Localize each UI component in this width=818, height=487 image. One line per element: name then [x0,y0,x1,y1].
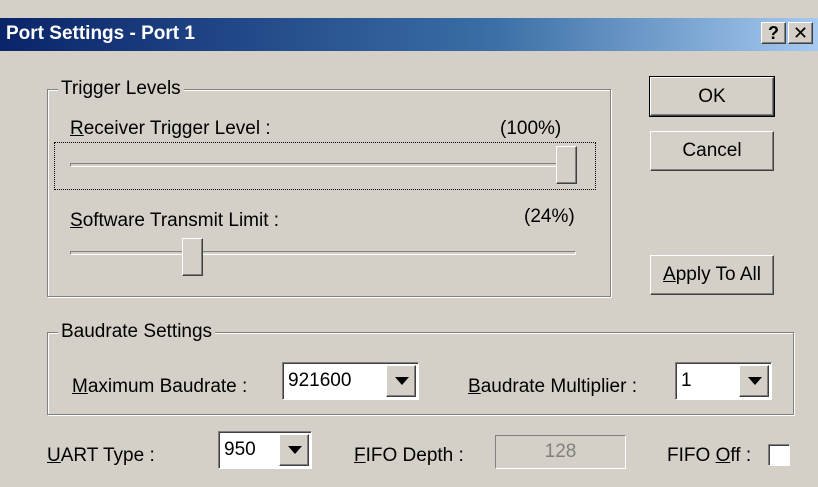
chevron-down-icon [288,446,302,454]
trigger-levels-title: Trigger Levels [58,78,184,100]
apply-to-all-button[interactable]: Apply To All [650,255,774,295]
port-settings-dialog: Port Settings - Port 1 ? ✕ Trigger Level… [0,0,818,487]
maximum-baudrate-value: 921600 [288,370,352,391]
receiver-trigger-value: (100%) [500,118,562,139]
baudrate-multiplier-label: Baudrate Multiplier : [468,376,637,397]
fifo-depth-field: 128 [495,435,626,469]
baudrate-settings-title: Baudrate Settings [58,321,216,343]
fifo-off-label: FIFO Off : [667,445,752,466]
software-transmit-slider-thumb[interactable] [182,238,203,276]
baudrate-multiplier-select[interactable]: 1 [675,362,772,400]
fifo-depth-label: FIFO Depth : [354,445,464,466]
window-title: Port Settings - Port 1 [6,23,195,44]
fifo-off-checkbox[interactable] [768,444,790,466]
software-transmit-value: (24%) [524,206,575,227]
receiver-trigger-slider-thumb[interactable] [556,146,577,184]
software-transmit-track[interactable] [70,251,576,255]
cancel-button[interactable]: Cancel [650,131,774,171]
uart-type-select[interactable]: 950 [218,431,312,469]
help-button[interactable]: ? [761,22,786,44]
help-icon: ? [768,23,779,43]
maximum-baudrate-dropdown-button[interactable] [386,365,416,397]
title-bar[interactable]: Port Settings - Port 1 ? ✕ [0,18,818,51]
ok-button[interactable]: OK [649,76,775,117]
chevron-down-icon [395,377,409,385]
maximum-baudrate-label: Maximum Baudrate : [72,376,248,397]
close-button[interactable]: ✕ [788,22,813,44]
chevron-down-icon [748,377,762,385]
baudrate-multiplier-dropdown-button[interactable] [739,365,769,397]
uart-type-value: 950 [224,439,256,460]
uart-type-label: UART Type : [47,445,155,466]
receiver-trigger-label: Receiver Trigger Level : [70,118,271,139]
software-transmit-label: Software Transmit Limit : [70,210,280,231]
close-icon: ✕ [792,23,809,43]
receiver-trigger-track[interactable] [70,163,576,167]
baudrate-multiplier-value: 1 [681,370,692,391]
uart-type-dropdown-button[interactable] [279,434,309,466]
maximum-baudrate-select[interactable]: 921600 [282,362,419,400]
